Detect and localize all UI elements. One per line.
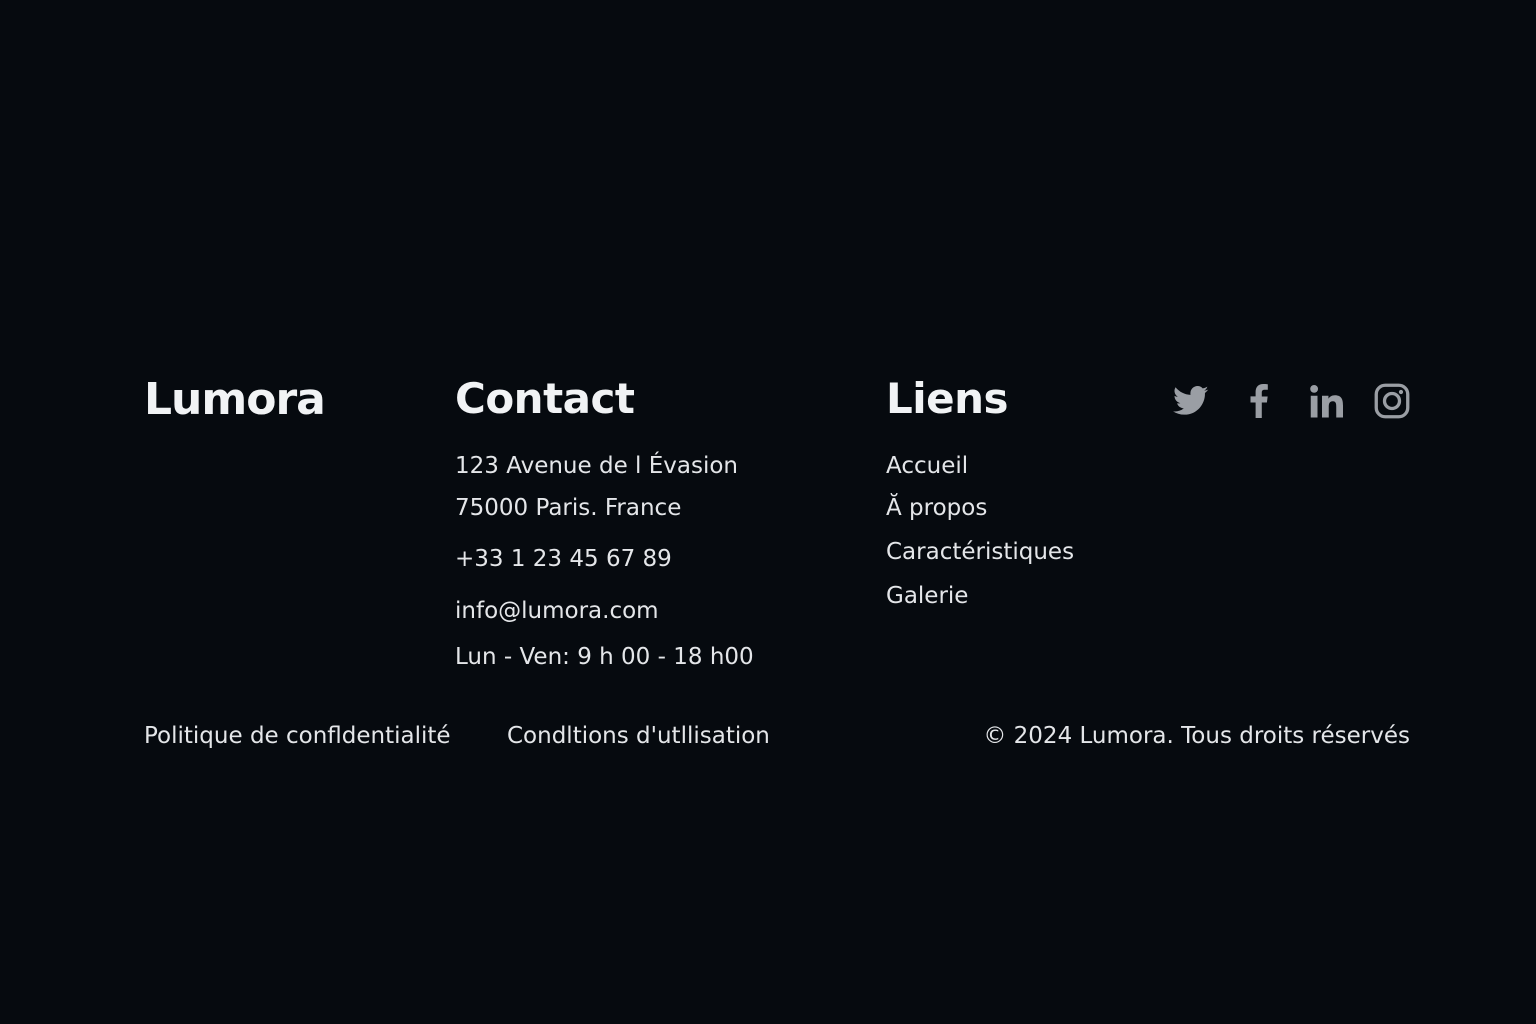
linkedin-icon[interactable] — [1309, 382, 1347, 420]
contact-phone[interactable]: +33 1 23 45 67 89 — [455, 544, 672, 574]
linkedin-icon-glyph — [1310, 384, 1343, 418]
links-heading: Liens — [886, 374, 1009, 423]
contact-heading: Contact — [455, 374, 635, 423]
site-footer: Lumora Contact 123 Avenue de l Évasion 7… — [0, 0, 1536, 1024]
twitter-icon[interactable] — [1172, 382, 1210, 420]
link-accueil[interactable]: Accueil — [886, 451, 968, 481]
privacy-policy-link[interactable]: Politique de confldentialité — [144, 721, 451, 751]
facebook-icon[interactable] — [1240, 382, 1278, 420]
link-caracteristiques[interactable]: Caractéristiques — [886, 537, 1074, 567]
link-a-propos[interactable]: Ă propos — [886, 493, 987, 523]
facebook-icon-glyph — [1250, 384, 1268, 418]
copyright-text: © 2024 Lumora. Tous droits réservés — [983, 723, 1410, 749]
twitter-icon-glyph — [1173, 386, 1209, 415]
instagram-icon-glyph — [1374, 383, 1410, 419]
instagram-icon[interactable] — [1373, 382, 1411, 420]
contact-address-line2: 75000 Paris. France — [455, 495, 682, 521]
link-galerie[interactable]: Galerie — [886, 581, 968, 611]
contact-hours: Lun - Ven: 9 h 00 - 18 h00 — [455, 644, 754, 670]
contact-address-line1: 123 Avenue de l Évasion — [455, 453, 738, 479]
brand-logo[interactable]: Lumora — [144, 374, 326, 425]
terms-of-use-link[interactable]: Condltions d'utllisation — [507, 721, 770, 751]
contact-email[interactable]: info@lumora.com — [455, 596, 659, 626]
